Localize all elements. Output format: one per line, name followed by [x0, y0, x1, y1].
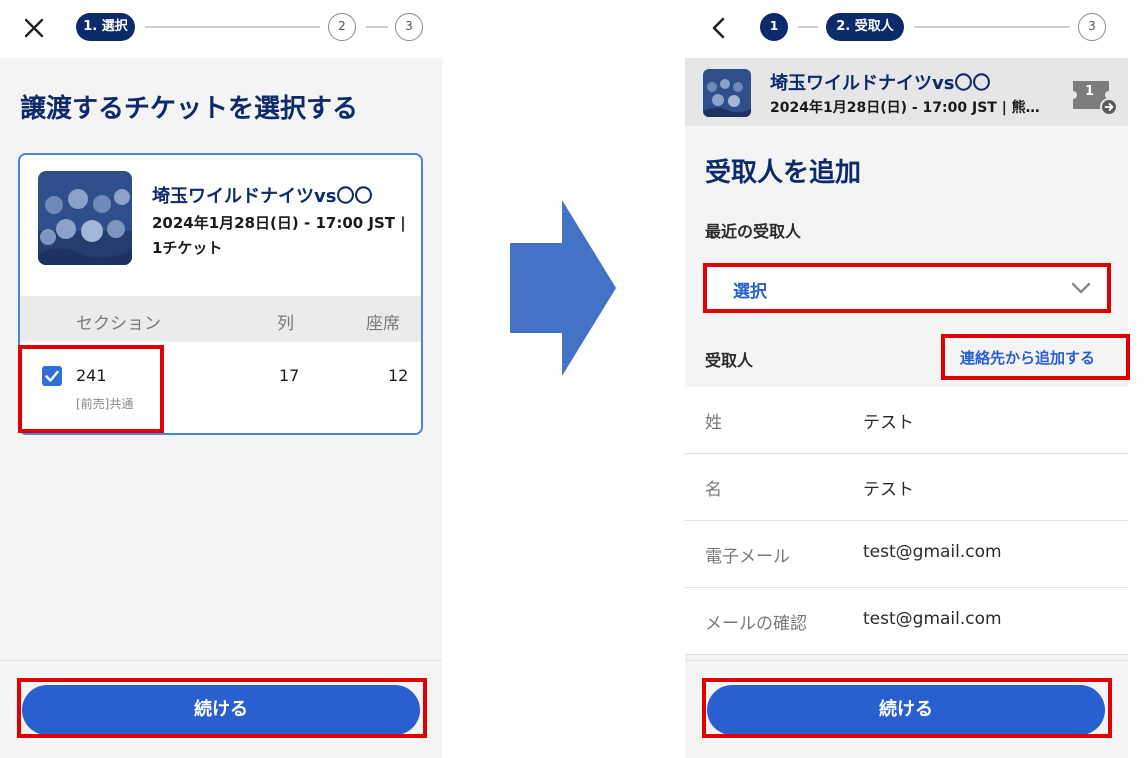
- column-header-row: 列: [277, 314, 294, 334]
- recipient-section-label: 受取人: [705, 351, 754, 370]
- first-name-row[interactable]: 名 テスト: [685, 454, 1128, 521]
- add-from-contacts-link[interactable]: 連絡先から追加する: [960, 347, 1095, 368]
- ticket-row: 17: [279, 366, 300, 385]
- back-arrow-icon[interactable]: [707, 14, 731, 42]
- ticket-count: 1チケット: [152, 239, 223, 257]
- ticket-checkbox[interactable]: [42, 366, 62, 386]
- close-icon[interactable]: [20, 14, 48, 42]
- step-connector: [914, 26, 1070, 28]
- field-label: 名: [705, 480, 722, 500]
- event-banner: 埼玉ワイルドナイツvs〇〇 2024年1月28日(日) - 17:00 JST …: [685, 58, 1128, 126]
- step-1-done: 1: [760, 13, 788, 41]
- footer-bar: 続ける: [0, 660, 442, 758]
- step-connector: [798, 26, 818, 28]
- right-arrow-icon: [510, 200, 616, 376]
- field-label: 姓: [705, 413, 722, 433]
- step-3: 3: [1078, 13, 1106, 41]
- ticket-seat: 12: [388, 366, 409, 385]
- page-title: 譲渡するチケットを選択する: [20, 94, 359, 124]
- column-header-section: セクション: [76, 314, 161, 334]
- check-icon: [45, 370, 59, 382]
- select-value: 選択: [733, 282, 767, 302]
- comparison-stage: 1. 選択 2 3 譲渡するチケットを選択する 埼玉ワイルドナイツvs〇〇 20…: [0, 0, 1147, 758]
- email-confirm-row[interactable]: メールの確認 test@gmail.com: [685, 588, 1128, 655]
- footer-bar: 続ける: [685, 660, 1128, 758]
- first-name-value: テスト: [863, 480, 914, 500]
- step-connector: [366, 26, 388, 28]
- event-thumbnail: [38, 171, 132, 265]
- add-recipient-screen: 1 2. 受取人 3 埼玉ワイルドナイツvs〇〇 2024年1月28日(日) -…: [685, 0, 1128, 758]
- field-label: メールの確認: [705, 614, 807, 634]
- ticket-card: 埼玉ワイルドナイツvs〇〇 2024年1月28日(日) - 17:00 JST …: [18, 153, 423, 435]
- select-ticket-screen: 1. 選択 2 3 譲渡するチケットを選択する 埼玉ワイルドナイツvs〇〇 20…: [0, 0, 442, 758]
- step-connector: [145, 26, 320, 28]
- stepper-header: 1. 選択 2 3: [0, 0, 442, 58]
- step-3: 3: [395, 13, 423, 41]
- chevron-down-icon: [1071, 282, 1091, 294]
- event-thumbnail: [703, 69, 751, 117]
- recent-recipient-select[interactable]: 選択: [707, 266, 1108, 310]
- last-name-row[interactable]: 姓 テスト: [685, 387, 1128, 454]
- ticket-table-header: セクション 列 座席: [20, 296, 421, 342]
- ticket-count-badge: 1: [1085, 84, 1095, 99]
- ticket-section: 241: [76, 366, 107, 385]
- step-2: 2: [328, 13, 356, 41]
- event-name: 埼玉ワイルドナイツvs〇〇: [770, 73, 991, 94]
- stepper-header: 1 2. 受取人 3: [685, 0, 1128, 58]
- continue-button[interactable]: 続ける: [22, 685, 420, 735]
- recent-recipients-label: 最近の受取人: [705, 222, 802, 241]
- ticket-transfer-icon[interactable]: 1: [1071, 77, 1118, 117]
- field-label: 電子メール: [705, 547, 790, 567]
- page-title: 受取人を追加: [705, 158, 862, 188]
- step-1-active: 1. 選択: [76, 13, 135, 41]
- column-header-seat: 座席: [366, 314, 400, 334]
- event-datetime: 2024年1月28日(日) - 17:00 JST |...: [152, 214, 407, 232]
- ticket-type-note: [前売]共通: [76, 397, 134, 411]
- continue-button[interactable]: 続ける: [707, 685, 1105, 735]
- event-datetime: 2024年1月28日(日) - 17:00 JST | 熊…: [770, 100, 1040, 116]
- email-row[interactable]: 電子メール test@gmail.com: [685, 521, 1128, 588]
- step-2-active: 2. 受取人: [826, 13, 904, 41]
- email-value: test@gmail.com: [863, 542, 1002, 562]
- email-confirm-value: test@gmail.com: [863, 609, 1002, 629]
- event-name: 埼玉ワイルドナイツvs〇〇: [152, 186, 373, 207]
- last-name-value: テスト: [863, 413, 914, 433]
